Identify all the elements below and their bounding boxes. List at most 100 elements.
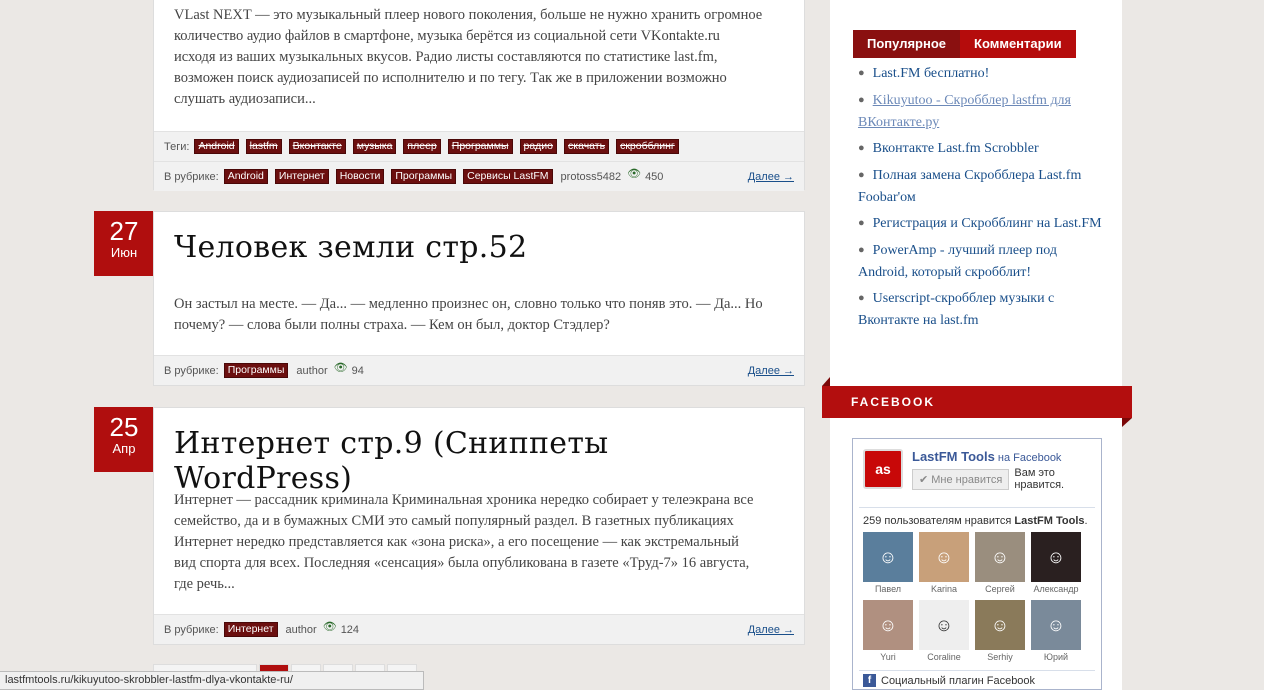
facebook-like-box: as LastFM Tools на Facebook ✔ Мне нравит… bbox=[852, 438, 1102, 690]
tags-label: Теги: bbox=[164, 140, 190, 153]
post-author[interactable]: protoss5482 bbox=[561, 171, 622, 183]
tag-link[interactable]: Android bbox=[194, 139, 239, 154]
bullet-icon: ● bbox=[858, 244, 865, 256]
bullet-icon: ● bbox=[858, 292, 865, 304]
post-meta-bar: В рубрике: Интернет author 👁 124 Далее → bbox=[154, 614, 804, 644]
post-month: Апр bbox=[112, 441, 136, 456]
bullet-icon: ● bbox=[858, 142, 865, 154]
category-link[interactable]: Новости bbox=[335, 169, 385, 184]
facebook-heading: FACEBOOK bbox=[822, 377, 1132, 427]
lastfm-logo-icon[interactable]: as bbox=[863, 449, 903, 489]
post-author[interactable]: author bbox=[296, 365, 327, 377]
avatar[interactable]: ☺ bbox=[1031, 600, 1081, 650]
tag-link[interactable]: музыка bbox=[352, 139, 397, 154]
post-meta-bar: В рубрике: Android Интернет Новости Прог… bbox=[154, 161, 804, 191]
post-excerpt: VLast NEXT — это музыкальный плеер новог… bbox=[174, 7, 763, 107]
fb-face[interactable]: ☺ Coraline bbox=[919, 600, 969, 662]
read-more-link[interactable]: Далее → bbox=[748, 624, 794, 636]
tag-link[interactable]: скачать bbox=[564, 139, 610, 154]
fb-face[interactable]: ☺ Serhiy bbox=[975, 600, 1025, 662]
tag-link[interactable]: Программы bbox=[447, 139, 513, 154]
bullet-icon: ● bbox=[858, 67, 865, 79]
post-excerpt: Он застыл на месте. — Да... — медленно п… bbox=[174, 296, 763, 333]
read-more-link[interactable]: Далее → bbox=[748, 171, 794, 183]
views-count: 94 bbox=[351, 364, 364, 377]
fb-footer: f Социальный плагин Facebook bbox=[863, 674, 1035, 687]
fb-likes-text: Вам это bbox=[1014, 467, 1055, 479]
fb-face[interactable]: ☺ Сергей bbox=[975, 532, 1025, 594]
category-link[interactable]: Программы bbox=[391, 169, 457, 184]
post-meta-bar: В рубрике: Программы author 👁 94 Далее → bbox=[154, 355, 804, 385]
avatar[interactable]: ☺ bbox=[975, 600, 1025, 650]
category-label: В рубрике: bbox=[164, 364, 219, 377]
popular-item[interactable]: ● Регистрация и Скробблинг на Last.FM bbox=[858, 213, 1108, 235]
views-count: 450 bbox=[645, 170, 664, 183]
avatar[interactable]: ☺ bbox=[975, 532, 1025, 582]
post-day: 25 bbox=[109, 412, 139, 442]
facebook-icon: f bbox=[863, 674, 876, 687]
avatar[interactable]: ☺ bbox=[919, 532, 969, 582]
tab-comments[interactable]: Комментарии bbox=[960, 30, 1076, 58]
category-link[interactable]: Программы bbox=[223, 363, 289, 378]
views-count: 124 bbox=[340, 623, 360, 636]
category-link[interactable]: Интернет bbox=[274, 169, 329, 184]
avatar[interactable]: ☺ bbox=[863, 532, 913, 582]
bullet-icon: ● bbox=[858, 217, 865, 229]
avatar[interactable]: ☺ bbox=[863, 600, 913, 650]
views-eye-icon: 👁 bbox=[322, 621, 337, 633]
status-bar-url: lastfmtools.ru/kikuyutoo-skrobbler-lastf… bbox=[0, 671, 424, 690]
post-card: VLast NEXT — это музыкальный плеер новог… bbox=[153, 0, 805, 191]
fb-footer-text[interactable]: Социальный плагин Facebook bbox=[881, 675, 1035, 687]
tag-link[interactable]: радио bbox=[519, 139, 558, 154]
fb-face[interactable]: ☺ Yuri bbox=[863, 600, 913, 662]
popular-list: ● Last.FM бесплатно! ● Kikuyutoo - Скроббл… bbox=[858, 63, 1108, 336]
fb-like-button[interactable]: ✔ Мне нравится bbox=[912, 469, 1010, 490]
post-month: Июн bbox=[110, 245, 138, 260]
bullet-icon: ● bbox=[858, 94, 865, 106]
divider bbox=[859, 507, 1095, 508]
post-title[interactable]: Интернет стр.9 (Сниппеты WordPress) bbox=[154, 426, 804, 496]
popular-item[interactable]: ● Last.FM бесплатно! bbox=[858, 63, 1108, 85]
tag-link[interactable]: Вконтакте bbox=[288, 139, 346, 154]
fb-face[interactable]: ☺ Юрий bbox=[1031, 600, 1081, 662]
tag-link[interactable]: lastfm bbox=[245, 139, 282, 154]
fb-face[interactable]: ☺ Karina bbox=[919, 532, 969, 594]
post-card: Интернет стр.9 (Сниппеты WordPress) Инте… bbox=[153, 407, 805, 645]
bullet-icon: ● bbox=[858, 169, 865, 181]
category-link[interactable]: Android bbox=[223, 169, 268, 184]
popular-item[interactable]: ● PowerAmp - лучший плеер под Android, ко… bbox=[858, 240, 1108, 283]
category-link[interactable]: Интернет bbox=[223, 622, 278, 637]
tab-popular[interactable]: Популярное bbox=[853, 30, 961, 58]
sidebar-tabs: Популярное Комментарии bbox=[853, 30, 1076, 58]
fb-page-header: as LastFM Tools на Facebook ✔ Мне нравит… bbox=[863, 449, 1064, 491]
views-eye-icon: 👁 bbox=[627, 168, 642, 180]
avatar[interactable]: ☺ bbox=[919, 600, 969, 650]
fb-face[interactable]: ☺ Павел bbox=[863, 532, 913, 594]
popular-item[interactable]: ● Kikuyutoo - Скробблер lastfm для ВКонта… bbox=[858, 90, 1108, 133]
post-card: Человек земли стр.52 Он застыл на месте.… bbox=[153, 211, 805, 386]
read-more-link[interactable]: Далее → bbox=[748, 365, 794, 377]
fb-like-count: 259 пользователям нравится LastFM Tools. bbox=[863, 515, 1088, 527]
avatar[interactable]: ☺ bbox=[1031, 532, 1081, 582]
popular-item[interactable]: ● Вконтакте Last.fm Scrobbler bbox=[858, 138, 1108, 160]
post-title[interactable]: Человек земли стр.52 bbox=[154, 230, 547, 265]
tag-link[interactable]: скробблинг bbox=[616, 139, 679, 154]
popular-item[interactable]: ● Полная замена Скробблера Last.fm Foobar… bbox=[858, 165, 1108, 208]
category-label: В рубрике: bbox=[164, 170, 219, 183]
post-tags-bar: Теги: Android lastfm Вконтакте музыка пл… bbox=[154, 131, 804, 161]
views-eye-icon: 👁 bbox=[333, 362, 348, 374]
fb-page-name[interactable]: LastFM Tools bbox=[912, 449, 995, 464]
divider bbox=[859, 670, 1095, 671]
popular-item[interactable]: ● Userscript-скробблер музыки с Вконтакте… bbox=[858, 288, 1108, 331]
post-excerpt: Интернет — рассадник криминала Криминаль… bbox=[174, 492, 754, 592]
category-link[interactable]: Сервисы LastFM bbox=[463, 169, 553, 184]
tag-link[interactable]: плеер bbox=[403, 139, 441, 154]
category-label: В рубрике: bbox=[164, 623, 219, 636]
fb-faces-grid: ☺ Павел ☺ Karina ☺ Сергей ☺ Александр ☺ Yuri … bbox=[863, 532, 1093, 668]
fb-on-facebook[interactable]: на Facebook bbox=[998, 452, 1062, 464]
post-date-badge: 25 Апр bbox=[94, 407, 154, 472]
fb-face[interactable]: ☺ Александр bbox=[1031, 532, 1081, 594]
post-day: 27 bbox=[109, 216, 139, 246]
post-author[interactable]: author bbox=[286, 624, 317, 636]
post-date-badge: 27 Июн bbox=[94, 211, 154, 276]
